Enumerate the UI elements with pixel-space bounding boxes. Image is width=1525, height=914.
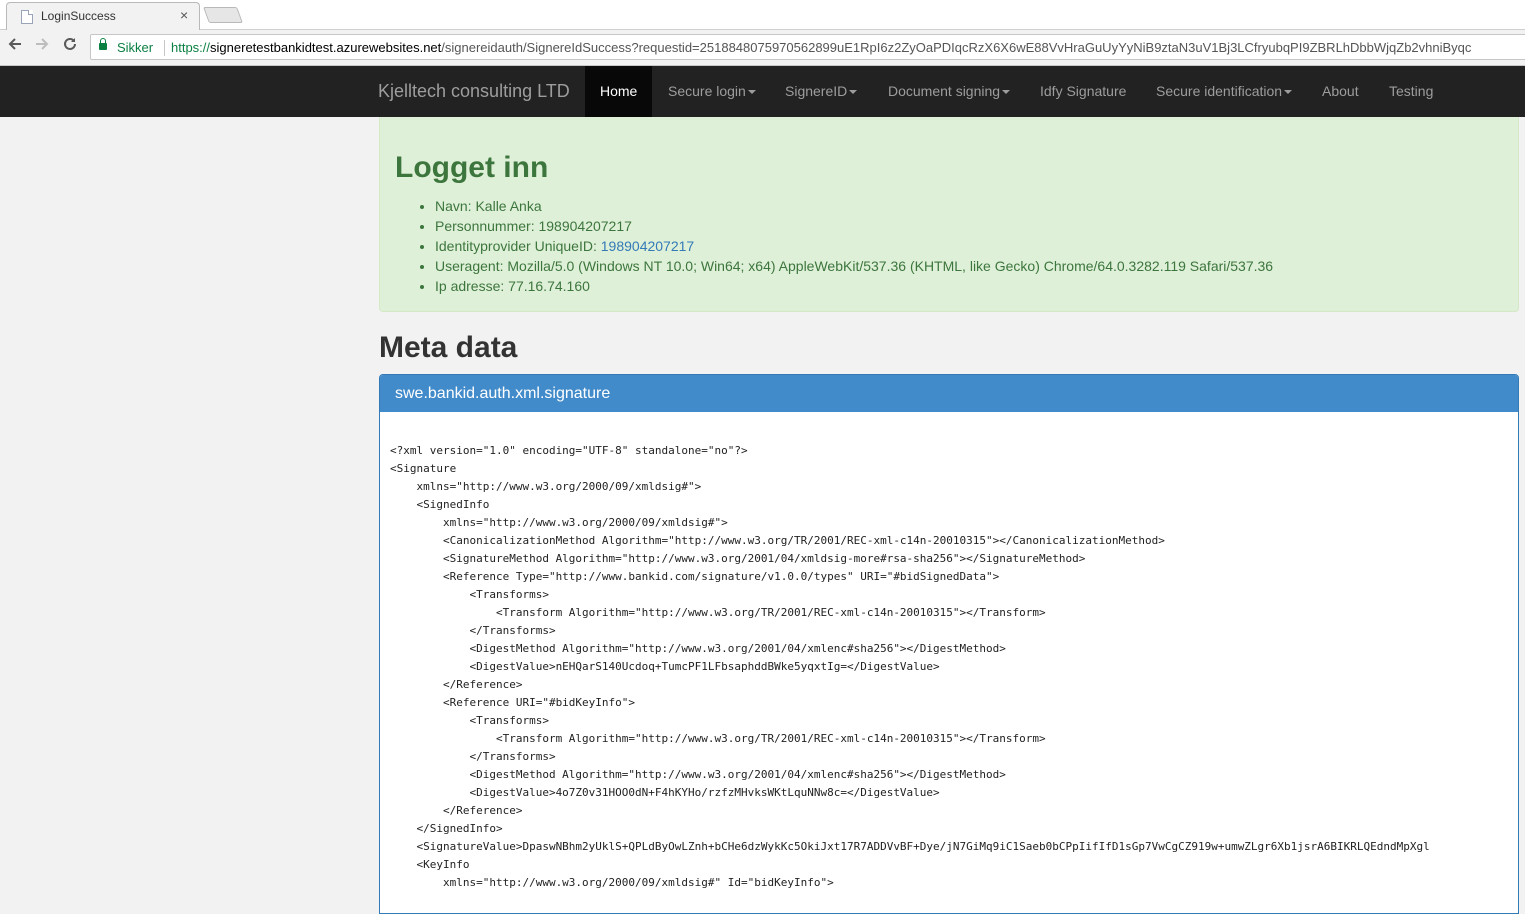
- xml-line: <Reference URI="#bidKeyInfo">: [390, 696, 636, 709]
- lock-icon: [99, 38, 107, 50]
- nav-label: About: [1322, 83, 1359, 99]
- nav-label: Document signing: [888, 83, 1001, 99]
- nav-document-signing[interactable]: Document signing: [873, 66, 1025, 117]
- url-path: /signereidauth/SignereIdSuccess?requesti…: [441, 40, 1472, 55]
- xml-line: <DigestMethod Algorithm="http://www.w3.o…: [390, 642, 1006, 655]
- close-icon[interactable]: ×: [180, 7, 188, 23]
- meta-data-heading: Meta data: [379, 331, 518, 364]
- xml-line: <SignedInfo: [390, 498, 490, 511]
- new-tab-button[interactable]: [203, 7, 243, 23]
- page-title: Logget inn: [395, 151, 549, 184]
- nav-label: Home: [600, 83, 638, 99]
- xml-line: </Transforms>: [390, 624, 556, 637]
- site-navbar: Kjelltech consulting LTD Home Secure log…: [0, 66, 1525, 117]
- secure-label: Sikker: [117, 40, 154, 55]
- xml-line: <DigestValue>4o7Z0v31HOO0dN+F4hKYHo/rzfz…: [390, 786, 940, 799]
- signature-panel: swe.bankid.auth.xml.signature <?xml vers…: [379, 374, 1519, 914]
- xml-line: <Transform Algorithm="http://www.w3.org/…: [390, 732, 1046, 745]
- xml-line: <Reference Type="http://www.bankid.com/s…: [390, 570, 1000, 583]
- caret-down-icon: [1002, 90, 1011, 95]
- nav-secure-login[interactable]: Secure login: [653, 66, 771, 117]
- xml-line: <Signature: [390, 462, 457, 475]
- tab-title: LoginSuccess: [41, 9, 116, 23]
- xml-line: <Transforms>: [390, 588, 549, 601]
- reload-icon[interactable]: [59, 36, 81, 58]
- nav-label: Testing: [1389, 83, 1434, 99]
- login-success-panel: Logget inn Navn: Kalle Anka Personnummer…: [379, 117, 1519, 312]
- list-item-useragent: Useragent: Mozilla/5.0 (Windows NT 10.0;…: [435, 256, 1273, 276]
- list-item-ssn: Personnummer: 198904207217: [435, 216, 1273, 236]
- nav-testing[interactable]: Testing: [1374, 66, 1448, 117]
- panel-title: swe.bankid.auth.xml.signature: [380, 375, 1518, 412]
- uid-label: Identityprovider UniqueID:: [435, 238, 601, 254]
- nav-secure-identification[interactable]: Secure identification: [1141, 66, 1307, 117]
- xml-line: <SignatureValue>DpaswNBhm2yUklS+QPLdByOw…: [390, 840, 1430, 853]
- browser-tab[interactable]: LoginSuccess ×: [6, 2, 200, 30]
- url-scheme: https://: [171, 40, 211, 55]
- address-bar[interactable]: Sikker https://signeretestbankidtest.azu…: [90, 34, 1525, 60]
- back-arrow-icon[interactable]: [4, 36, 26, 58]
- nav-label: Idfy Signature: [1040, 83, 1127, 99]
- nav-about[interactable]: About: [1307, 66, 1374, 117]
- nav-home[interactable]: Home: [585, 66, 653, 117]
- xml-line: <DigestMethod Algorithm="http://www.w3.o…: [390, 768, 1006, 781]
- browser-toolbar: Sikker https://signeretestbankidtest.azu…: [0, 30, 1525, 66]
- xml-line: <SignatureMethod Algorithm="http://www.w…: [390, 552, 1086, 565]
- xml-line: xmlns="http://www.w3.org/2000/09/xmldsig…: [390, 876, 834, 889]
- xml-line: xmlns="http://www.w3.org/2000/09/xmldsig…: [390, 480, 702, 493]
- forward-arrow-icon[interactable]: [31, 36, 53, 58]
- xml-line: </Transforms>: [390, 750, 556, 763]
- uid-link[interactable]: 198904207217: [601, 238, 694, 254]
- xml-code-block: <?xml version="1.0" encoding="UTF-8" sta…: [390, 442, 1518, 892]
- list-item-uid: Identityprovider UniqueID: 198904207217: [435, 236, 1273, 256]
- xml-line: </SignedInfo>: [390, 822, 503, 835]
- nav-label: SignereID: [785, 83, 848, 99]
- caret-down-icon: [1284, 90, 1293, 95]
- caret-down-icon: [849, 90, 858, 95]
- nav-label: Secure login: [668, 83, 746, 99]
- list-item-name: Navn: Kalle Anka: [435, 196, 1273, 216]
- xml-line: <KeyInfo: [390, 858, 470, 871]
- browser-tabstrip: LoginSuccess ×: [0, 0, 1525, 30]
- nav-label: Secure identification: [1156, 83, 1283, 99]
- nav-idfy-signature[interactable]: Idfy Signature: [1025, 66, 1141, 117]
- xml-line: <CanonicalizationMethod Algorithm="http:…: [390, 534, 1165, 547]
- list-item-ip: Ip adresse: 77.16.74.160: [435, 276, 1273, 296]
- xml-line: <DigestValue>nEHQarS140Ucdoq+TumcPF1LFbs…: [390, 660, 940, 673]
- nav-signereid[interactable]: SignereID: [770, 66, 872, 117]
- page-icon: [21, 10, 33, 24]
- url-text[interactable]: https://signeretestbankidtest.azurewebsi…: [171, 40, 1471, 55]
- xml-line: xmlns="http://www.w3.org/2000/09/xmldsig…: [390, 516, 728, 529]
- xml-line: <Transform Algorithm="http://www.w3.org/…: [390, 606, 1046, 619]
- brand-link[interactable]: Kjelltech consulting LTD: [378, 81, 570, 102]
- url-host: signeretestbankidtest.azurewebsites.net: [210, 40, 442, 55]
- omnibox-divider: [164, 40, 165, 56]
- xml-line: <?xml version="1.0" encoding="UTF-8" sta…: [390, 444, 748, 457]
- xml-line: <Transforms>: [390, 714, 549, 727]
- xml-line: </Reference>: [390, 804, 523, 817]
- login-details-list: Navn: Kalle Anka Personnummer: 198904207…: [435, 196, 1273, 296]
- xml-line: </Reference>: [390, 678, 523, 691]
- caret-down-icon: [747, 90, 756, 95]
